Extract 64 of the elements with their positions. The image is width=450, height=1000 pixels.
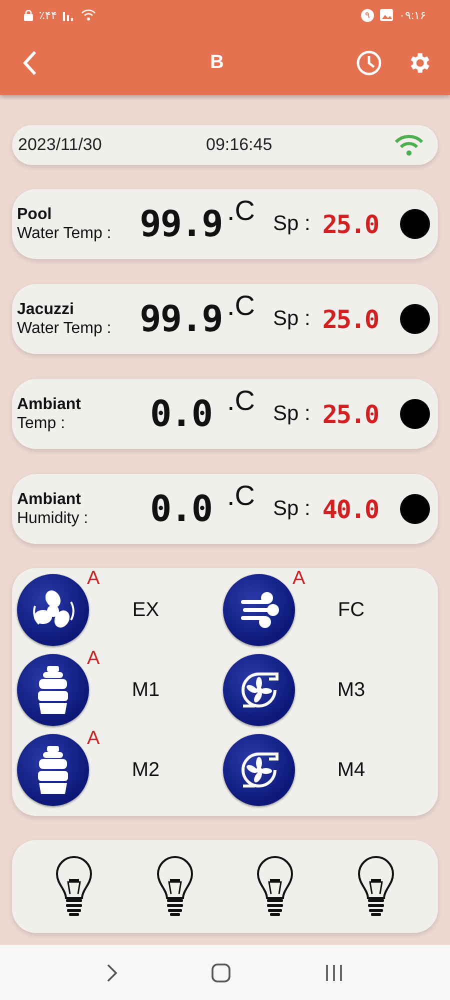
setpoint-label: Sp : [273,307,310,331]
sensor-name: Ambiant [17,395,82,414]
reading-display: 99.9 [140,298,222,340]
sensor-name: Ambiant [17,490,82,509]
unit-text: .C [227,195,256,227]
notification-badge: ۹ [360,8,374,22]
sensor-label: Water Temp : [17,224,112,243]
equipment-button[interactable] [17,734,89,806]
equipment-button[interactable] [222,734,294,806]
equipment-button[interactable] [222,654,294,726]
date-text: 2023/11/30 [18,135,103,155]
setpoint-label: Sp : [273,497,310,521]
sensor-label: Temp : [17,414,66,433]
equipment-button[interactable] [222,574,294,646]
unit-text: .C [227,385,256,417]
lock-icon [24,10,33,20]
wifi-icon [394,134,424,156]
light-bulb-icon[interactable] [356,856,396,918]
recents-nav-icon[interactable] [324,962,344,982]
reading-display: 99.9 [140,204,222,244]
chevron-left-icon [22,50,38,76]
battery-text: ٪۴۴ [39,8,57,22]
setpoint-label: Sp : [273,402,310,426]
setpoint-display[interactable]: 25.0 [322,304,379,334]
sensor-label: Humidity : [17,509,90,528]
auto-mode-label: A [87,648,100,670]
wifi-icon [81,9,96,21]
equipment-label: EX [131,598,160,622]
reading-display: 0.0 [150,488,212,530]
setpoint-display[interactable]: 40.0 [322,494,379,524]
sensor-name: Pool [17,205,53,224]
indicator-dot [400,304,430,334]
equipment-label: M3 [336,678,366,702]
indicator-dot [400,209,430,239]
auto-mode-label: A [292,568,306,590]
equipment-label: M1 [130,678,161,702]
light-bulb-icon[interactable] [154,856,195,918]
back-nav-icon[interactable] [106,962,118,982]
setpoint-label: Sp : [273,212,310,236]
setpoint-display[interactable]: 25.0 [322,400,379,428]
time-text: 09:16:45 [206,135,274,155]
image-icon [380,9,393,21]
sensor-name: Jacuzzi [17,300,75,319]
sensor-label: Water Temp : [17,319,112,338]
light-bulb-icon[interactable] [255,856,296,918]
equipment-button[interactable] [17,574,89,646]
indicator-dot [400,399,430,429]
unit-text: .C [227,480,256,512]
home-nav-icon[interactable] [210,962,231,982]
indicator-dot [400,494,430,524]
page-title: B [209,52,225,74]
light-bulb-icon[interactable] [54,856,94,918]
clock-icon [356,50,382,76]
clock-text: ۰۹:۱۶ [398,8,426,22]
reading-display: 0.0 [150,394,212,434]
equipment-label: FC [336,598,366,622]
signal-icon [63,10,75,20]
auto-mode-label: A [87,728,100,750]
auto-mode-label: A [87,568,100,590]
setpoint-display[interactable]: 25.0 [322,210,379,238]
equipment-button[interactable] [17,654,89,726]
unit-text: .C [227,290,256,322]
equipment-label: M4 [336,758,366,782]
equipment-label: M2 [130,758,161,782]
